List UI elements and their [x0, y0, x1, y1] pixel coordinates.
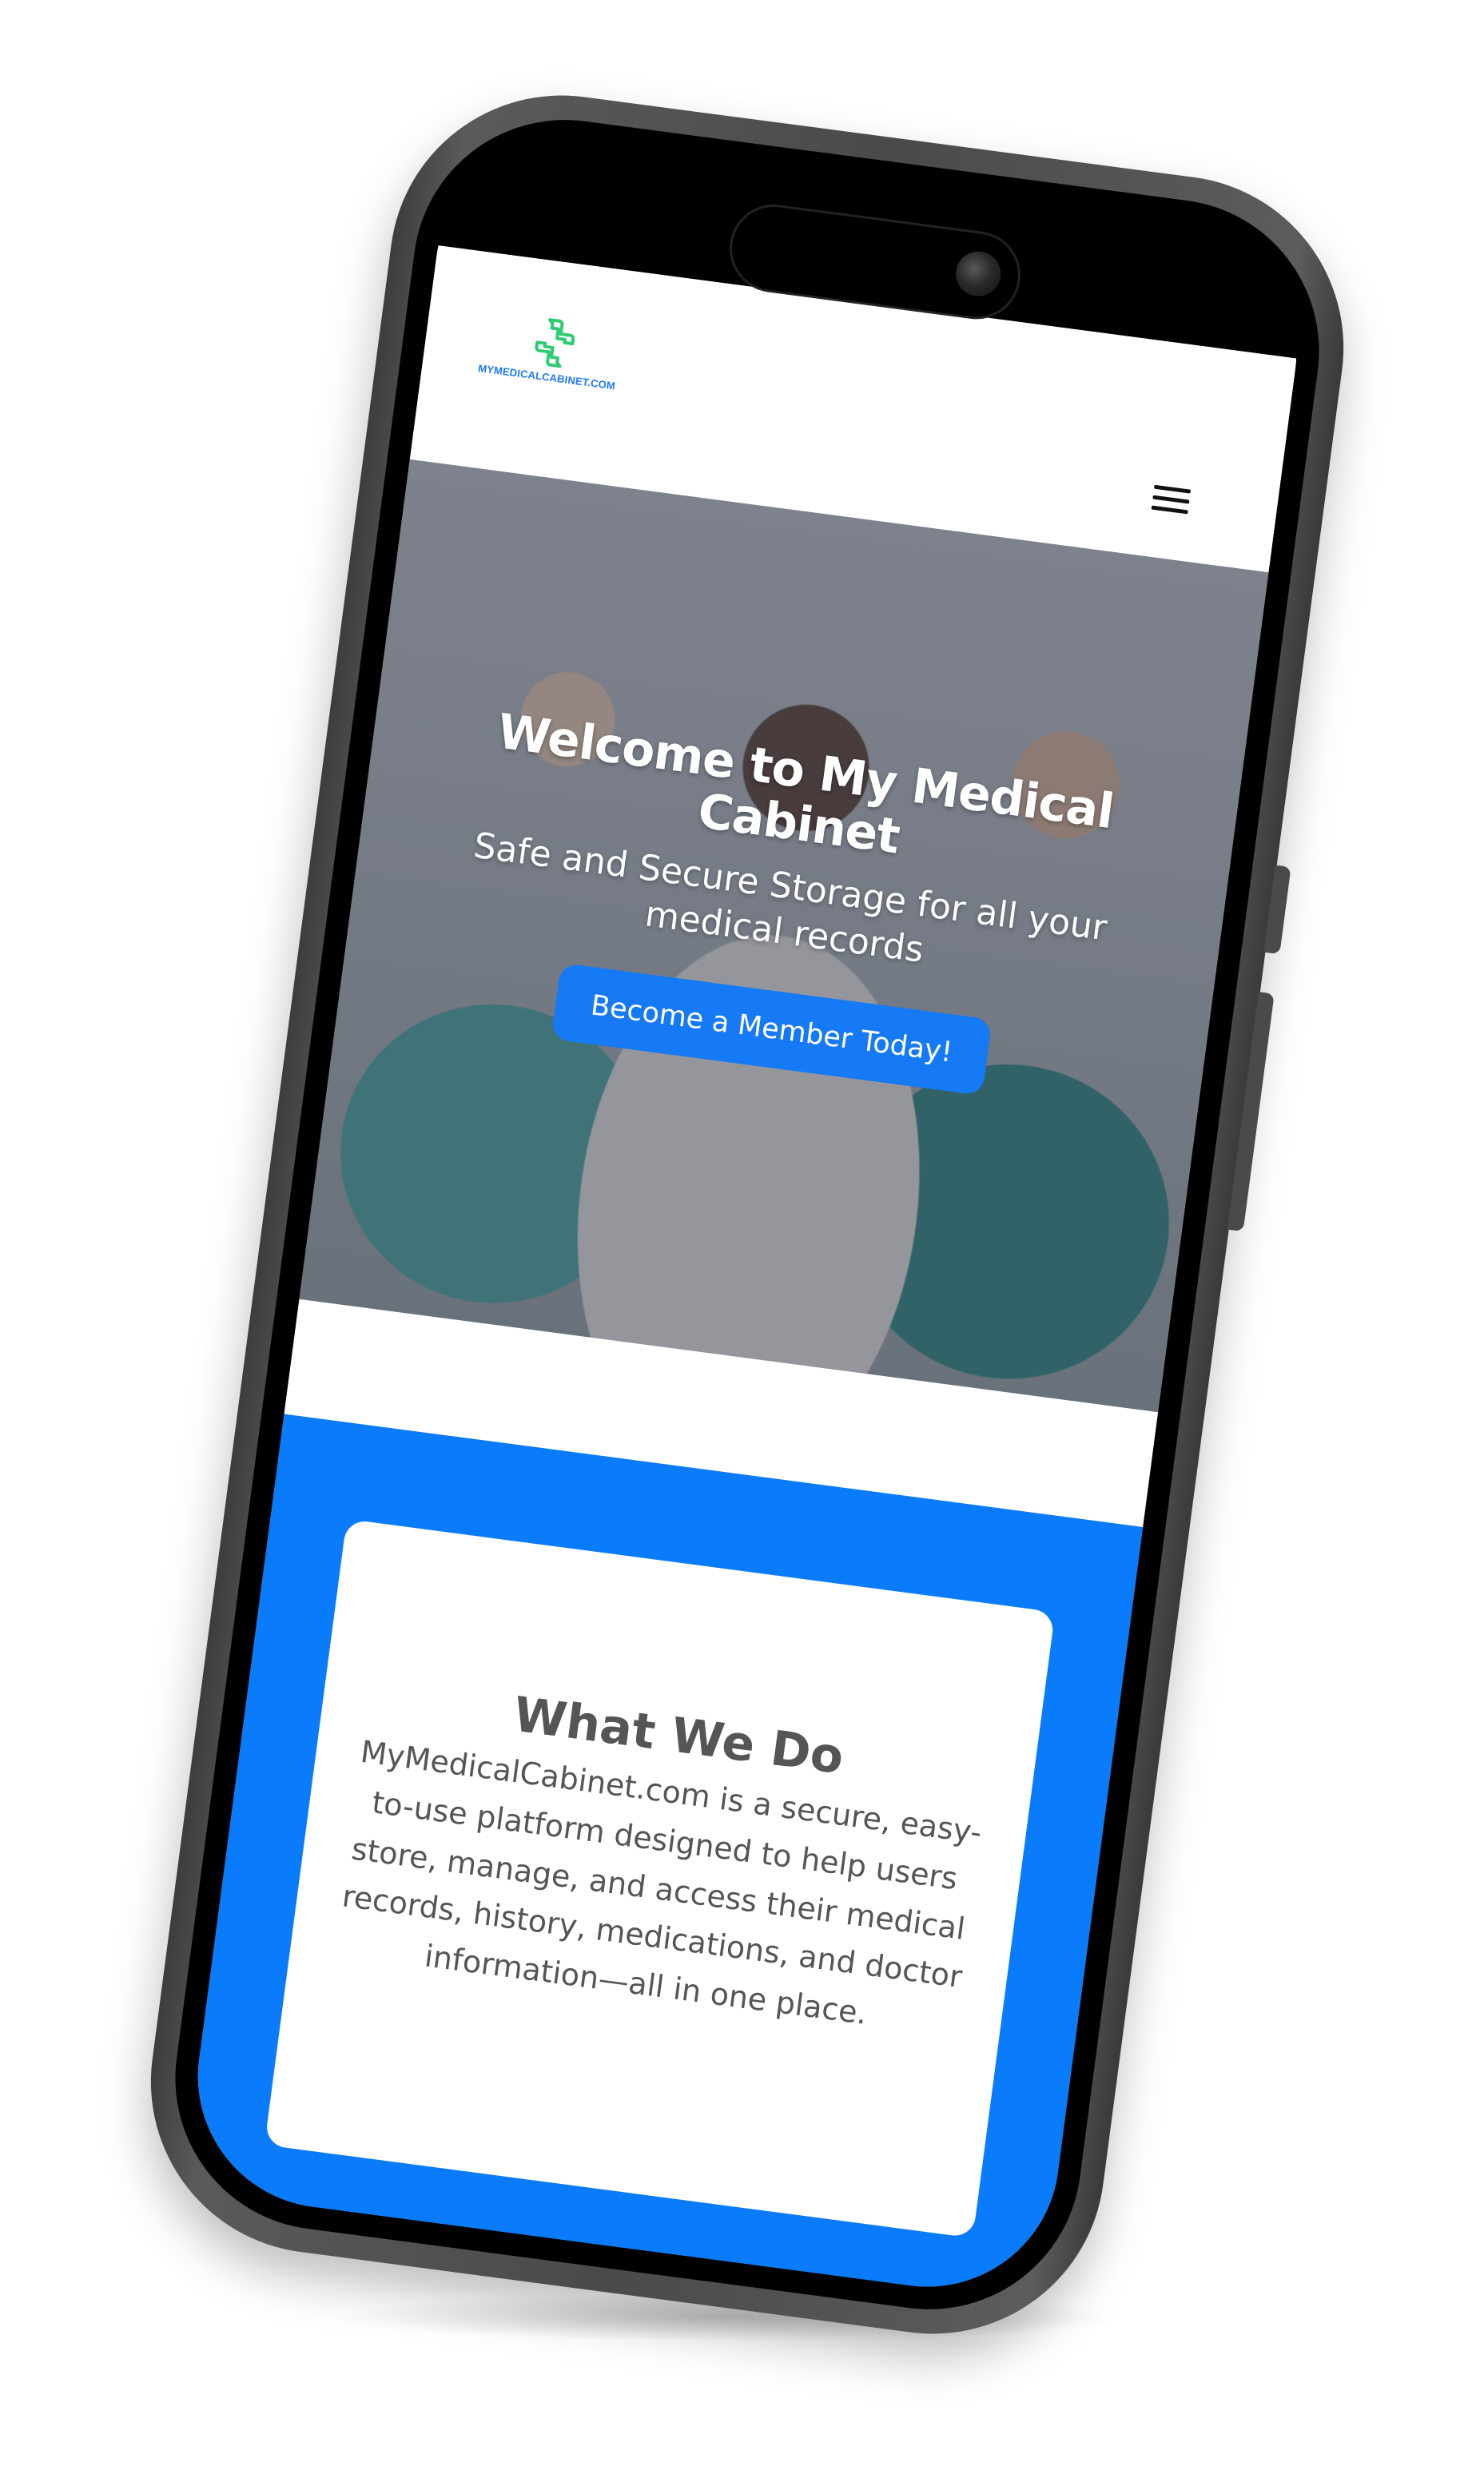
mockup-stage: MYMEDICALCABINET.COM Welcome to My Medic…	[0, 0, 1484, 2474]
phone-side-button	[1263, 865, 1291, 955]
hero-section: Welcome to My Medical Cabinet Safe and S…	[299, 459, 1269, 1413]
medical-cross-icon	[535, 318, 575, 368]
phone-frame: MYMEDICALCABINET.COM Welcome to My Medic…	[129, 74, 1365, 2355]
phone-bezel: MYMEDICALCABINET.COM Welcome to My Medic…	[157, 101, 1338, 2329]
what-we-do-section: What We Do MyMedicalCabinet.com is a sec…	[181, 1414, 1144, 2303]
camera-icon	[953, 249, 1004, 300]
menu-bar	[1153, 484, 1192, 494]
site-logo[interactable]: MYMEDICALCABINET.COM	[477, 308, 660, 397]
website: MYMEDICALCABINET.COM Welcome to My Medic…	[181, 245, 1297, 2303]
phone-screen: MYMEDICALCABINET.COM Welcome to My Medic…	[181, 126, 1313, 2303]
menu-bar	[1152, 495, 1190, 504]
hamburger-menu-icon[interactable]	[1150, 484, 1192, 522]
menu-bar	[1151, 505, 1188, 515]
what-we-do-card: What We Do MyMedicalCabinet.com is a sec…	[264, 1518, 1056, 2238]
phone-volume-button	[1227, 992, 1275, 1232]
